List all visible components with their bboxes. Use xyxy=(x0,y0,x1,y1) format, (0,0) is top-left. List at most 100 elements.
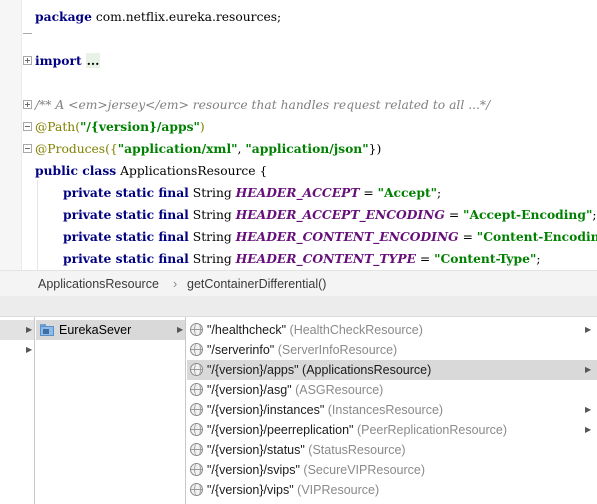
code-line-package[interactable]: package com.netflix.eureka.resources; xyxy=(35,6,281,28)
web-resource-icon xyxy=(190,483,203,496)
web-resource-icon xyxy=(190,463,203,476)
fold-collapse-icon[interactable] xyxy=(23,144,32,153)
expand-arrow-icon: ▶ xyxy=(177,325,184,334)
constant-name: HEADER_ACCEPT xyxy=(235,185,360,200)
resource-class: (SecureVIPResource) xyxy=(299,463,426,477)
web-resource-icon xyxy=(190,363,203,376)
resource-row[interactable]: "/{version}/asg" (ASGResource) xyxy=(187,380,597,400)
semicolon: ; xyxy=(536,252,541,266)
resource-row[interactable]: "/{version}/peerreplication" (PeerReplic… xyxy=(187,420,597,440)
resource-row[interactable]: "/{version}/instances" (InstancesResourc… xyxy=(187,400,597,420)
type-name: String xyxy=(188,208,236,222)
module-folder-icon xyxy=(40,324,54,336)
resource-row[interactable]: "/serverinfo" (ServerInfoResource) xyxy=(187,340,597,360)
code-line-field[interactable]: private static final String HEADER_CONTE… xyxy=(63,248,541,270)
resource-path: "/{version}/asg" xyxy=(207,383,292,397)
keyword: private static final xyxy=(63,229,189,244)
web-resource-icon xyxy=(190,343,203,356)
resource-label: "/{version}/peerreplication" (PeerReplic… xyxy=(207,423,507,437)
fold-end-icon xyxy=(23,28,32,34)
resource-path: "/serverinfo" xyxy=(207,343,275,357)
type-name: String xyxy=(188,230,236,244)
project-label: EurekaSever xyxy=(59,323,132,337)
indent-guide xyxy=(37,180,38,270)
resource-class: (ServerInfoResource) xyxy=(274,343,398,357)
resource-path: "/healthcheck" xyxy=(207,323,287,337)
resource-path: "/{version}/status" xyxy=(207,443,305,457)
web-resource-icon xyxy=(190,443,203,456)
fold-collapse-icon[interactable] xyxy=(23,122,32,131)
fold-expand-icon[interactable] xyxy=(23,100,32,109)
resource-label: "/{version}/apps" (ApplicationsResource) xyxy=(207,363,431,377)
constant-name: HEADER_ACCEPT_ENCODING xyxy=(235,207,445,222)
string-literal: "Accept-Encoding" xyxy=(463,207,593,222)
web-resource-icon xyxy=(190,383,203,396)
resource-row[interactable]: "/{version}/status" (StatusResource) xyxy=(187,440,597,460)
root-row[interactable]: ▶ xyxy=(0,340,34,360)
resource-label: "/healthcheck" (HealthCheckResource) xyxy=(207,323,423,337)
resource-row[interactable]: "/{version}/vips" (VIPResource) xyxy=(187,480,597,500)
code-line-field[interactable]: private static final String HEADER_ACCEP… xyxy=(63,182,441,204)
semicolon: ; xyxy=(437,186,442,200)
package-name: com.netflix.eureka.resources; xyxy=(91,10,282,24)
folded-imports[interactable]: ... xyxy=(85,53,101,68)
resource-path: "/{version}/vips" xyxy=(207,483,294,497)
type-name: String xyxy=(188,186,236,200)
keyword: package xyxy=(35,9,92,24)
project-row[interactable]: EurekaSever ▶ xyxy=(36,320,185,340)
code-line-path-annotation[interactable]: @Path("/{version}/apps") xyxy=(35,116,205,138)
operator: = xyxy=(444,208,464,222)
operator: = xyxy=(415,252,435,266)
tree-column-projects: EurekaSever ▶ xyxy=(36,317,186,504)
resource-path: "/{version}/svips" xyxy=(207,463,300,477)
code-line-produces-annotation[interactable]: @Produces({"application/xml", "applicati… xyxy=(35,138,381,160)
string-literal: "/{version}/apps" xyxy=(80,119,200,134)
resource-path: "/{version}/apps" xyxy=(207,363,299,377)
web-resource-icon xyxy=(190,403,203,416)
resource-row[interactable]: "/healthcheck" (HealthCheckResource) ▶ xyxy=(187,320,597,340)
class-name: ApplicationsResource { xyxy=(116,164,268,178)
resource-class: (VIPResource) xyxy=(293,483,380,497)
code-line-doc-comment[interactable]: /** A <em>jersey</em> resource that hand… xyxy=(35,94,490,116)
constant-name: HEADER_CONTENT_TYPE xyxy=(235,251,416,266)
code-line-import[interactable]: import ... xyxy=(35,50,101,72)
expand-arrow-icon: ▶ xyxy=(26,345,33,354)
code-line-class-declaration[interactable]: public class ApplicationsResource { xyxy=(35,160,267,182)
rest-resource-tree: ▶ ▶ EurekaSever ▶ "/healthcheck" (Health… xyxy=(0,317,597,504)
operator: = xyxy=(458,230,477,244)
resource-class: (PeerReplicationResource) xyxy=(353,423,508,437)
tree-column-root: ▶ ▶ xyxy=(0,317,35,504)
resource-label: "/{version}/asg" (ASGResource) xyxy=(207,383,383,397)
editor-gutter[interactable] xyxy=(0,0,22,270)
resource-label: "/serverinfo" (ServerInfoResource) xyxy=(207,343,397,357)
breadcrumb-method[interactable]: getContainerDifferential() xyxy=(187,277,326,291)
keyword: import xyxy=(35,53,82,68)
string-literal: "Content-Encoding" xyxy=(476,229,597,244)
resource-row-selected[interactable]: "/{version}/apps" (ApplicationsResource)… xyxy=(187,360,597,380)
keyword: private static final xyxy=(63,185,189,200)
web-resource-icon xyxy=(190,423,203,436)
expand-arrow-icon: ▶ xyxy=(585,425,592,434)
panel-splitter[interactable] xyxy=(0,296,597,317)
annotation: @Path( xyxy=(35,120,81,134)
resource-row[interactable]: "/{version}/svips" (SecureVIPResource) xyxy=(187,460,597,480)
keyword: public class xyxy=(35,163,117,178)
string-literal: "application/json" xyxy=(245,141,369,156)
code-editor[interactable]: package com.netflix.eureka.resources; im… xyxy=(0,0,597,270)
constant-name: HEADER_CONTENT_ENCODING xyxy=(235,229,459,244)
resource-label: "/{version}/status" (StatusResource) xyxy=(207,443,406,457)
type-name: String xyxy=(188,252,236,266)
resource-class: (HealthCheckResource) xyxy=(286,323,423,337)
doc-comment[interactable]: /** A <em>jersey</em> resource that hand… xyxy=(35,98,490,112)
code-line-field[interactable]: private static final String HEADER_ACCEP… xyxy=(63,204,597,226)
string-literal: "application/xml" xyxy=(117,141,238,156)
breadcrumb-class[interactable]: ApplicationsResource xyxy=(38,277,159,291)
expand-arrow-icon: ▶ xyxy=(585,325,592,334)
code-line-field[interactable]: private static final String HEADER_CONTE… xyxy=(63,226,597,248)
root-row[interactable]: ▶ xyxy=(0,320,34,340)
resource-label: "/{version}/svips" (SecureVIPResource) xyxy=(207,463,425,477)
fold-expand-icon[interactable] xyxy=(23,56,32,65)
resource-label: "/{version}/instances" (InstancesResourc… xyxy=(207,403,443,417)
keyword: private static final xyxy=(63,251,189,266)
resource-class: (StatusResource) xyxy=(304,443,406,457)
